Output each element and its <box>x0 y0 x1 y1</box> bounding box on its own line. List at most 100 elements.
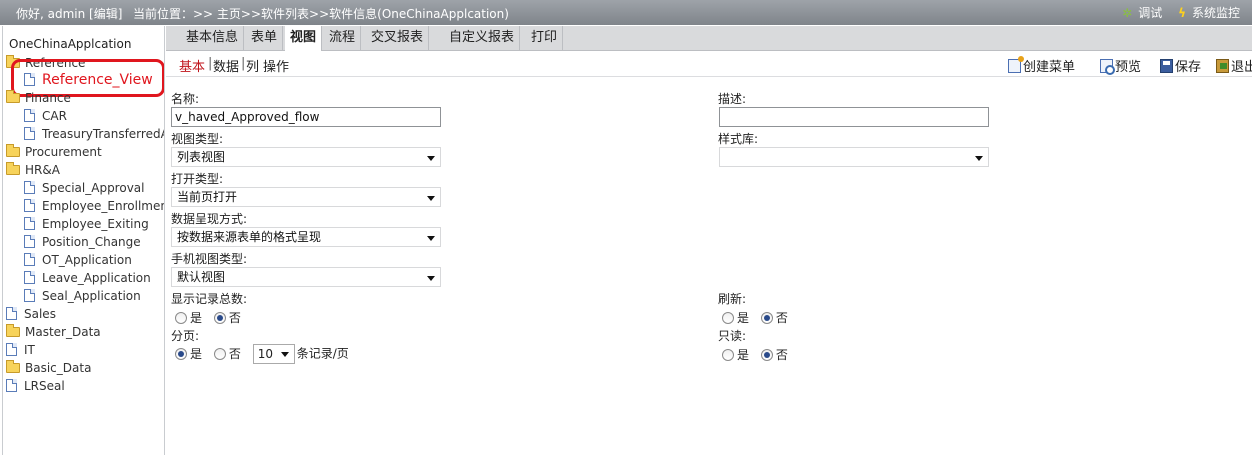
folder-icon <box>6 144 20 157</box>
tree-label: Leave_Application <box>42 271 151 285</box>
save-label: 保存 <box>1175 60 1202 75</box>
tree-item-ot-application[interactable]: OT_Application <box>24 251 132 269</box>
tree-item-lrseal[interactable]: LRSeal <box>6 377 65 395</box>
readonly-yes[interactable]: 是 <box>722 348 749 362</box>
page-size-select[interactable]: 10 <box>252 344 295 364</box>
view-type-label: 视图类型: <box>171 132 224 146</box>
radio-icon <box>213 312 226 324</box>
tree-folder-basic-data[interactable]: Basic_Data <box>6 359 91 377</box>
chevron-down-icon <box>427 196 435 201</box>
folder-icon <box>6 324 20 337</box>
tree-item-leave-application[interactable]: Leave_Application <box>24 269 151 287</box>
tree-label: Position_Change <box>42 235 141 249</box>
display-mode-select[interactable]: 按数据来源表单的格式呈现 <box>171 227 441 247</box>
refresh-label: 刷新: <box>718 292 747 306</box>
document-icon <box>24 127 35 140</box>
chevron-down-icon <box>975 156 983 161</box>
tree-label: Master_Data <box>25 325 101 339</box>
style-library-select[interactable] <box>719 147 989 167</box>
radio-label: 是 <box>737 311 750 325</box>
document-icon <box>24 181 35 194</box>
view-type-value: 列表视图 <box>177 150 226 164</box>
tree-folder-procurement[interactable]: Procurement <box>6 143 102 161</box>
tree-item-special-approval[interactable]: Special_Approval <box>24 179 144 197</box>
radio-label: 是 <box>190 346 203 361</box>
show-total-no[interactable]: 否 <box>213 311 241 325</box>
divider: | <box>208 56 213 71</box>
tree-item-sales[interactable]: Sales <box>6 305 56 323</box>
tree-label: Special_Approval <box>42 181 145 195</box>
refresh-yes[interactable]: 是 <box>722 311 749 325</box>
tab-flow[interactable]: 流程 <box>324 26 362 50</box>
monitor-button[interactable]: ϟ 系统监控 <box>1178 6 1246 20</box>
paging-radio-group: 是 否 10 条记录/页 <box>175 344 349 364</box>
tree-item-seal-application[interactable]: Seal_Application <box>24 287 141 305</box>
tree-root[interactable]: OneChinaApplcation <box>9 37 131 51</box>
paging-yes[interactable]: 是 <box>175 347 202 361</box>
tree-label: IT <box>24 343 35 357</box>
refresh-no[interactable]: 否 <box>760 311 788 325</box>
create-menu-icon <box>1008 56 1024 73</box>
main-tabs: 基本信息 表单 视图 流程 交叉报表 自定义报表 打印 <box>166 26 1252 51</box>
radio-label: 否 <box>228 311 241 325</box>
document-icon <box>24 199 35 212</box>
user-greeting[interactable]: 你好, admin [编辑] <box>16 5 122 22</box>
exit-button[interactable]: 退出 <box>1216 56 1252 75</box>
readonly-no[interactable]: 否 <box>760 348 788 362</box>
description-input[interactable] <box>719 107 989 127</box>
tab-view[interactable]: 视图 <box>285 26 323 51</box>
preview-button[interactable]: 预览 <box>1100 56 1141 75</box>
radio-icon <box>722 349 734 361</box>
show-total-yes[interactable]: 是 <box>175 311 202 325</box>
tree-folder-finance[interactable]: Finance <box>6 89 71 107</box>
save-button[interactable]: 保存 <box>1160 56 1201 75</box>
page-size-value: 10 <box>257 347 273 361</box>
mobile-view-label: 手机视图类型: <box>171 252 248 266</box>
display-mode-label: 数据呈现方式: <box>171 212 248 226</box>
debug-button[interactable]: ✲ 调试 <box>1122 6 1168 20</box>
document-icon <box>6 379 17 392</box>
create-menu-label: 创建菜单 <box>1023 60 1076 75</box>
folder-icon <box>6 90 20 103</box>
tree-folder-hra[interactable]: HR&A <box>6 161 60 179</box>
name-input[interactable] <box>171 107 441 127</box>
open-type-label: 打开类型: <box>171 172 224 186</box>
tab-form[interactable]: 表单 <box>246 26 284 50</box>
radio-icon <box>760 312 773 324</box>
radio-label: 否 <box>228 346 241 361</box>
tab-cross-report[interactable]: 交叉报表 <box>366 26 430 50</box>
breadcrumb: 当前位置：>> 主页>>软件列表>>软件信息(OneChinaApplcatio… <box>133 7 509 21</box>
tree-item-it[interactable]: IT <box>6 341 35 359</box>
subtab-data[interactable]: 数据 <box>213 56 239 75</box>
tab-print[interactable]: 打印 <box>526 26 564 50</box>
subtab-basic[interactable]: 基本 <box>179 56 205 75</box>
open-type-select[interactable]: 当前页打开 <box>171 187 441 207</box>
radio-icon <box>722 312 734 324</box>
tree-item-car[interactable]: CAR <box>24 107 67 125</box>
tree-label: Procurement <box>25 145 102 159</box>
tree-label: Sales <box>24 307 56 321</box>
subtab-operation[interactable]: 操作 <box>263 56 289 75</box>
top-bar: 你好, admin [编辑] 当前位置：>> 主页>>软件列表>>软件信息(On… <box>0 0 1252 25</box>
radio-icon <box>213 347 226 360</box>
radio-label: 否 <box>775 348 788 362</box>
tree-item-treasury[interactable]: TreasuryTransferredAp <box>24 125 164 143</box>
paging-label: 分页: <box>171 329 200 343</box>
tree-folder-master-data[interactable]: Master_Data <box>6 323 101 341</box>
style-library-label: 样式库: <box>718 132 759 146</box>
view-type-select[interactable]: 列表视图 <box>171 147 441 167</box>
chevron-down-icon <box>280 352 289 357</box>
subtab-column[interactable]: 列 <box>246 56 259 75</box>
show-total-radio-group: 是 否 <box>175 309 249 326</box>
tab-basic-info[interactable]: 基本信息 <box>181 26 245 50</box>
mobile-view-select[interactable]: 默认视图 <box>171 267 441 287</box>
radio-label: 否 <box>775 311 788 325</box>
create-menu-button[interactable]: 创建菜单 <box>1008 56 1075 75</box>
tab-custom-report[interactable]: 自定义报表 <box>444 26 521 50</box>
refresh-radio-group: 是 否 <box>722 309 796 326</box>
tree-item-position-change[interactable]: Position_Change <box>24 233 141 251</box>
tree-item-employee-exiting[interactable]: Employee_Exiting <box>24 215 149 233</box>
tree-label: OT_Application <box>42 253 132 267</box>
paging-no[interactable]: 否 <box>213 346 241 361</box>
tree-item-employee-enrollment[interactable]: Employee_Enrollment <box>24 197 164 215</box>
